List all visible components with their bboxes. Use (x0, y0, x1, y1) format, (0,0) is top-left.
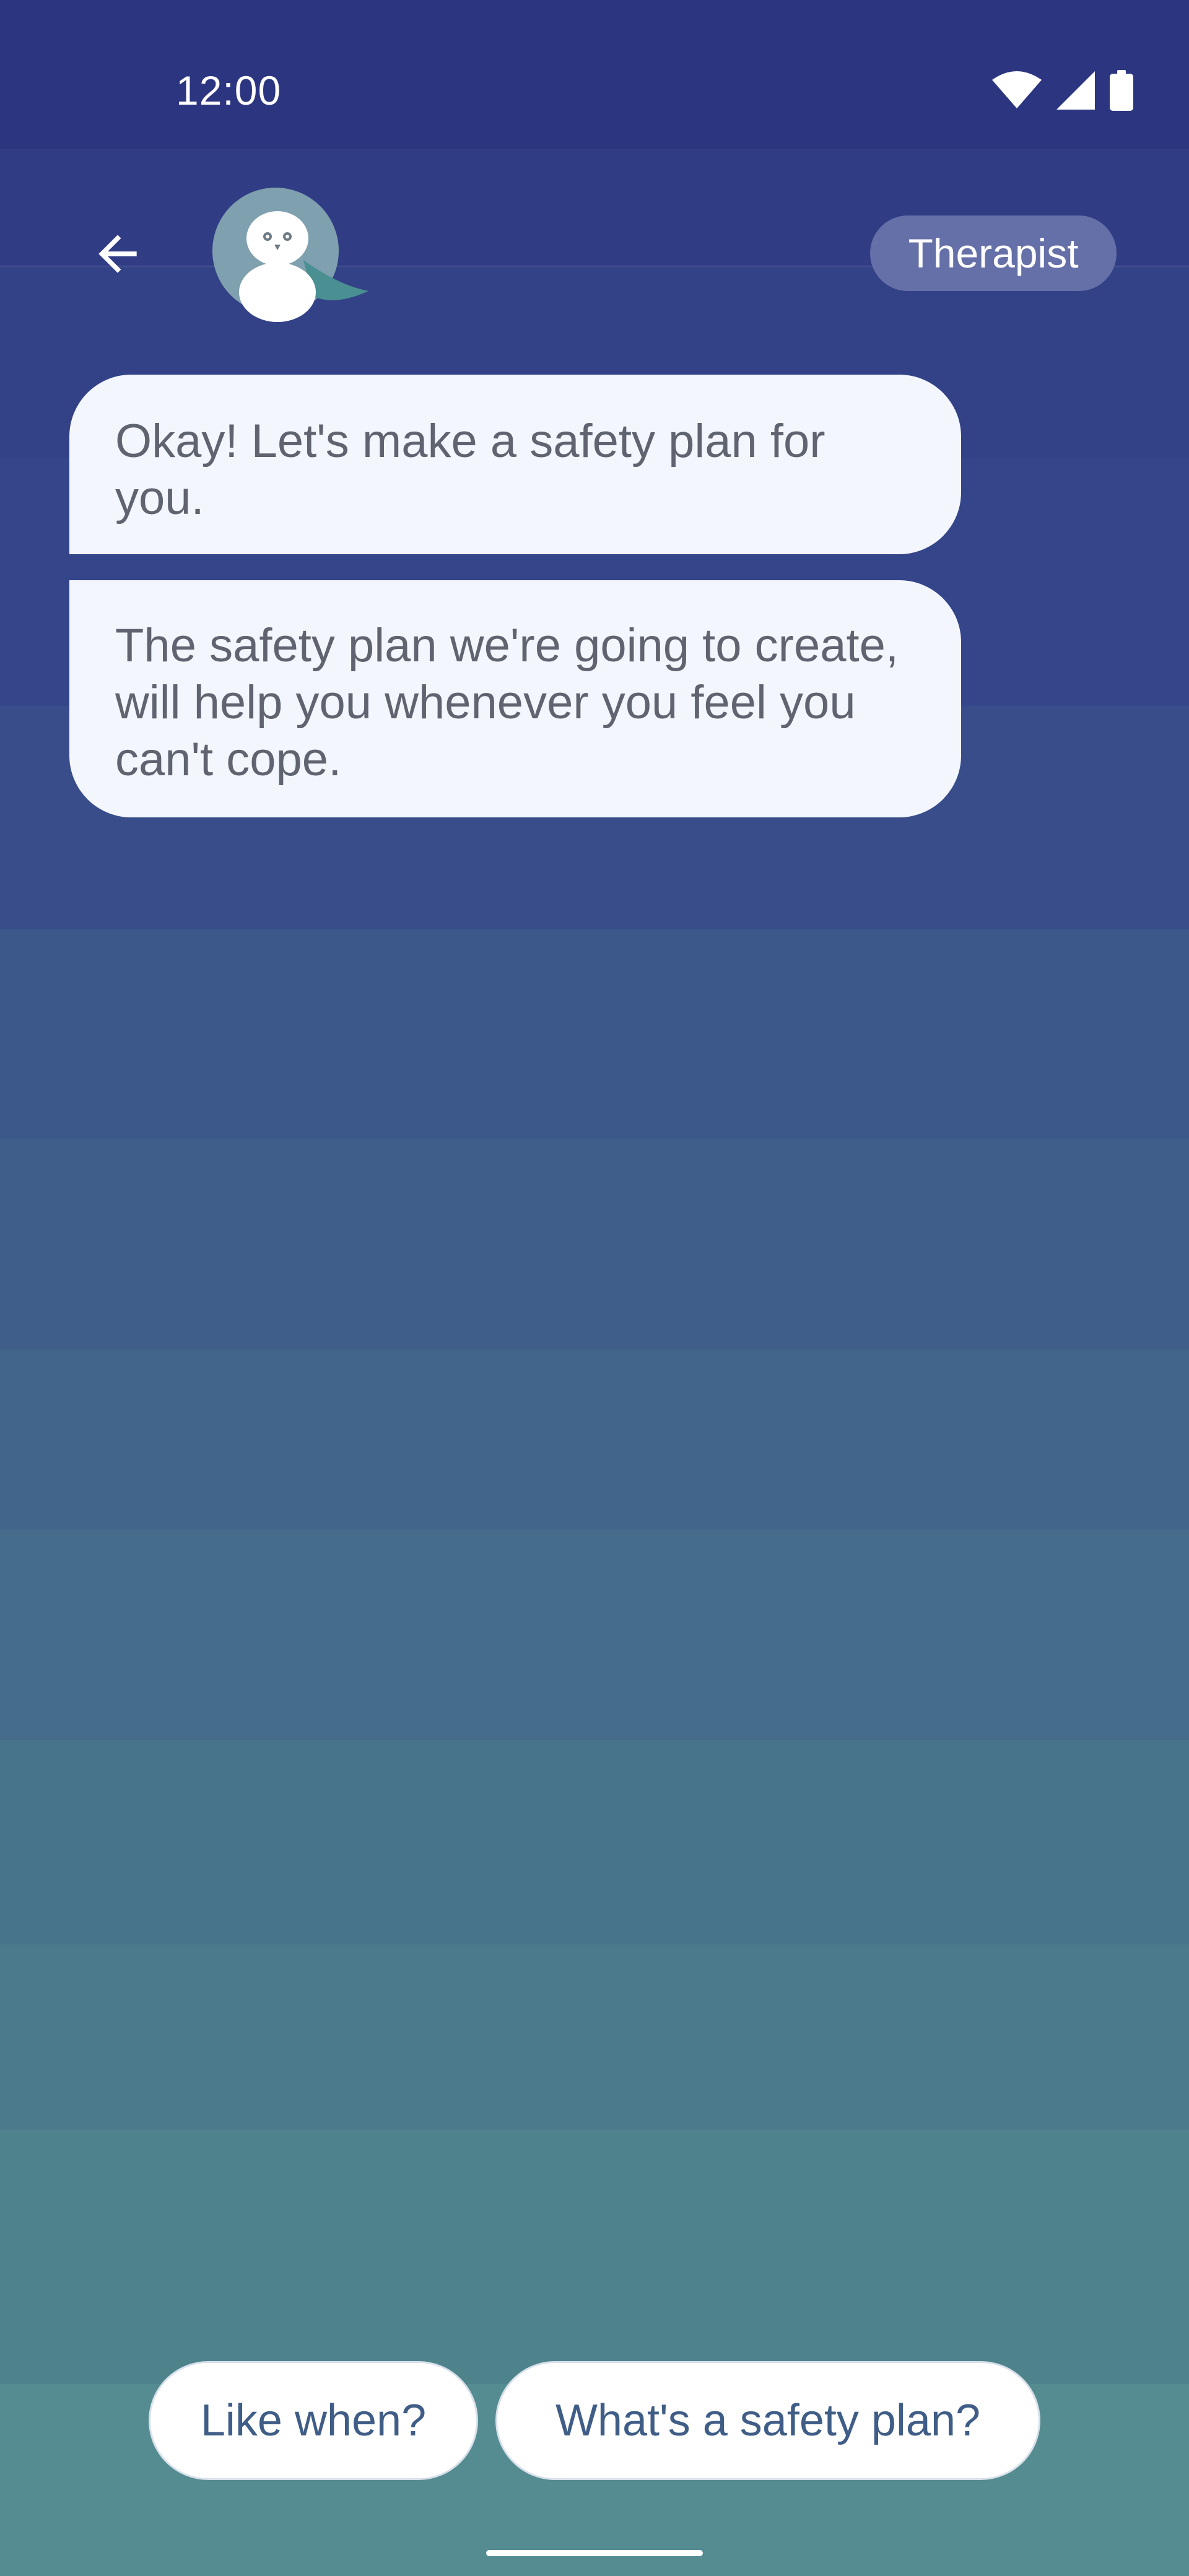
therapist-avatar[interactable] (211, 186, 372, 322)
battery-icon (1110, 70, 1133, 111)
back-button[interactable] (81, 217, 155, 291)
background-band (0, 1740, 1189, 1944)
wifi-icon (992, 71, 1042, 108)
home-indicator[interactable] (486, 2550, 703, 2556)
background-band (0, 1530, 1189, 1740)
role-badge: Therapist (870, 215, 1117, 291)
arrow-back-icon (98, 235, 137, 273)
background-band (0, 1139, 1189, 1350)
status-bar: 12:00 (0, 0, 1189, 149)
background-band (0, 1944, 1189, 2130)
quick-reply-whats-a-safety-plan[interactable]: What's a safety plan? (495, 2361, 1040, 2480)
cell-signal-icon (1056, 71, 1095, 110)
chat-message: The safety plan we're going to create, w… (69, 580, 961, 817)
background-band (0, 1350, 1189, 1530)
background-band (0, 929, 1189, 1139)
chat-message: Okay! Let's make a safety plan for you. (69, 375, 961, 554)
status-icons (992, 69, 1133, 111)
background-band (0, 2130, 1189, 2384)
penguin-avatar-icon (212, 188, 368, 322)
quick-reply-like-when[interactable]: Like when? (149, 2361, 478, 2480)
status-clock: 12:00 (176, 67, 282, 113)
